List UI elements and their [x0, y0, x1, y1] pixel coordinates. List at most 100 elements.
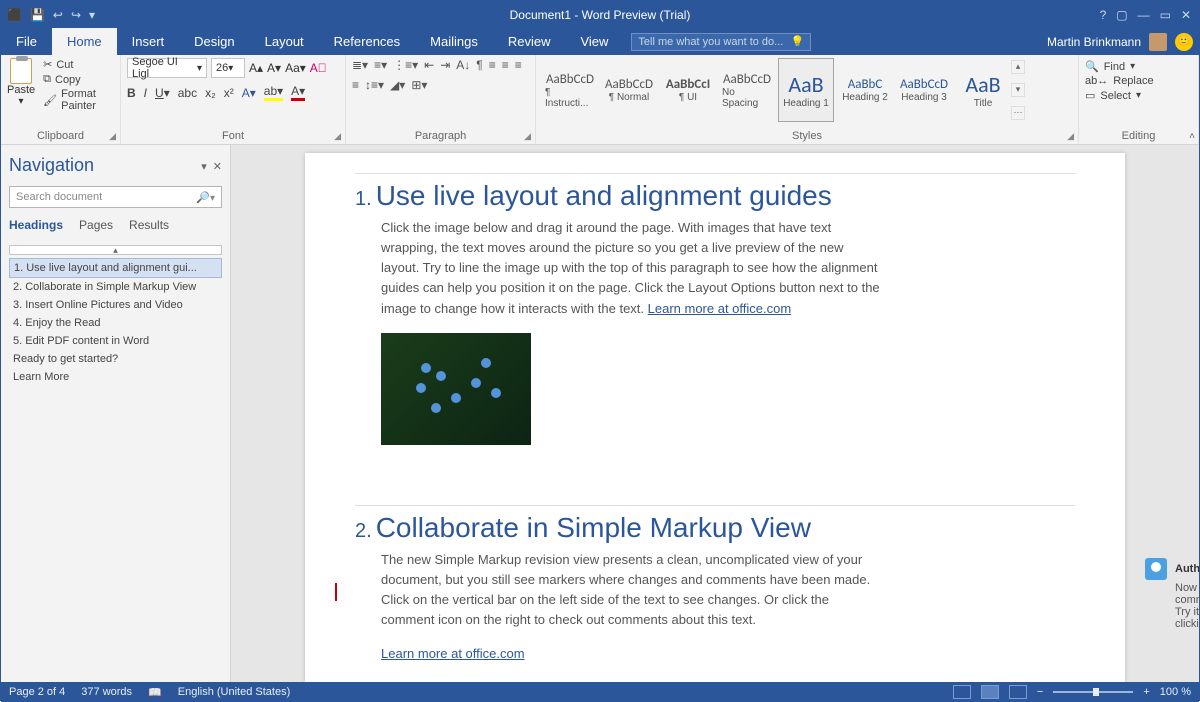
line-spacing-button[interactable]: ↕≡▾: [365, 78, 384, 92]
sec2-link[interactable]: Learn more at office.com: [381, 646, 525, 661]
copy-button[interactable]: ⧉Copy: [43, 73, 114, 86]
subscript-button[interactable]: x₂: [205, 86, 216, 100]
bold-button[interactable]: B: [127, 86, 136, 100]
borders-button[interactable]: ⊞▾: [411, 78, 427, 92]
grow-font-button[interactable]: A▴: [249, 61, 263, 75]
view-web-button[interactable]: [1009, 685, 1027, 699]
sec1-body[interactable]: Click the image below and drag it around…: [381, 218, 881, 319]
decrease-indent-button[interactable]: ⇤: [424, 58, 434, 72]
align-center-button[interactable]: ≡: [502, 58, 509, 72]
heading-1-sec2[interactable]: 2.Collaborate in Simple Markup View: [355, 505, 1075, 544]
shading-button[interactable]: ◢▾: [390, 78, 405, 92]
clipboard-dialog-launcher[interactable]: ◢: [109, 131, 116, 142]
help-icon[interactable]: ?: [1100, 8, 1107, 22]
font-name-combo[interactable]: Segoe UI Ligl▾: [127, 58, 207, 78]
tab-insert[interactable]: Insert: [117, 28, 180, 55]
zoom-level[interactable]: 100 %: [1160, 686, 1191, 698]
styles-more[interactable]: ⋯: [1011, 106, 1025, 120]
nav-item-6[interactable]: Learn More: [9, 368, 222, 386]
show-marks-button[interactable]: ¶: [476, 58, 482, 72]
tell-me-box[interactable]: Tell me what you want to do... 💡: [631, 33, 811, 51]
style---normal[interactable]: AaBbCcD¶ Normal: [601, 58, 657, 122]
nav-menu-button[interactable]: ▾: [201, 161, 207, 173]
collapse-ribbon-button[interactable]: ˄: [1189, 131, 1195, 142]
nav-tab-headings[interactable]: Headings: [9, 218, 63, 236]
nav-item-3[interactable]: 4. Enjoy the Read: [9, 314, 222, 332]
style-no-spacing[interactable]: AaBbCcDNo Spacing: [719, 58, 775, 122]
nav-item-0[interactable]: 1. Use live layout and alignment gui...: [9, 258, 222, 278]
font-color-button[interactable]: A▾: [291, 84, 305, 101]
nav-close-button[interactable]: ✕: [213, 161, 222, 173]
italic-button[interactable]: I: [144, 86, 147, 100]
tab-home[interactable]: Home: [52, 28, 117, 55]
superscript-button[interactable]: x²: [224, 86, 234, 100]
tab-references[interactable]: References: [319, 28, 415, 55]
styles-dialog-launcher[interactable]: ◢: [1067, 131, 1074, 142]
style-heading-3[interactable]: AaBbCcDHeading 3: [896, 58, 952, 122]
styles-scroll-up[interactable]: ▴: [1011, 60, 1025, 74]
feedback-smile-icon[interactable]: 🙂: [1175, 33, 1193, 51]
status-proofing-icon[interactable]: 📖: [148, 686, 162, 699]
nav-item-1[interactable]: 2. Collaborate in Simple Markup View: [9, 278, 222, 296]
user-name[interactable]: Martin Brinkmann: [1047, 35, 1141, 49]
shrink-font-button[interactable]: A▾: [267, 61, 281, 75]
highlight-button[interactable]: ab▾: [264, 84, 283, 101]
select-button[interactable]: ▭Select▾: [1085, 89, 1192, 102]
multilevel-button[interactable]: ⋮≡▾: [393, 58, 418, 72]
tab-review[interactable]: Review: [493, 28, 566, 55]
style-heading-1[interactable]: AaBHeading 1: [778, 58, 834, 122]
increase-indent-button[interactable]: ⇥: [440, 58, 450, 72]
user-avatar[interactable]: [1149, 33, 1167, 51]
view-print-button[interactable]: [981, 685, 999, 699]
find-button[interactable]: 🔍Find▾: [1085, 60, 1192, 73]
qat-redo-icon[interactable]: ↪: [71, 8, 81, 22]
tab-mailings[interactable]: Mailings: [415, 28, 493, 55]
align-right-button[interactable]: ≡: [515, 58, 522, 72]
nav-collapse-bar[interactable]: ▴: [9, 245, 222, 255]
styles-scroll-down[interactable]: ▾: [1011, 83, 1025, 97]
search-chevron[interactable]: ▾: [210, 193, 215, 204]
status-page[interactable]: Page 2 of 4: [9, 686, 65, 699]
tab-layout[interactable]: Layout: [250, 28, 319, 55]
format-painter-button[interactable]: 🖌Format Painter: [43, 88, 114, 112]
font-dialog-launcher[interactable]: ◢: [334, 131, 341, 142]
style-title[interactable]: AaBTitle: [955, 58, 1011, 122]
justify-button[interactable]: ≡: [352, 78, 359, 92]
nav-tab-results[interactable]: Results: [129, 218, 169, 236]
bullets-button[interactable]: ≣▾: [352, 58, 368, 72]
zoom-out-button[interactable]: −: [1037, 686, 1043, 698]
zoom-slider[interactable]: [1053, 691, 1133, 693]
document-area[interactable]: 1.Use live layout and alignment guides C…: [231, 145, 1199, 682]
cut-button[interactable]: ✂Cut: [43, 58, 114, 71]
nav-tab-pages[interactable]: Pages: [79, 218, 113, 236]
flower-image[interactable]: [381, 333, 531, 445]
qat-undo-icon[interactable]: ↩: [53, 8, 63, 22]
maximize-icon[interactable]: ▭: [1160, 8, 1171, 22]
clear-format-button[interactable]: A⃠: [310, 61, 327, 75]
view-read-button[interactable]: [953, 685, 971, 699]
status-language[interactable]: English (United States): [178, 686, 291, 699]
style---ui[interactable]: AaBbCcI¶ UI: [660, 58, 716, 122]
align-left-button[interactable]: ≡: [489, 58, 496, 72]
strikethrough-button[interactable]: abc: [178, 86, 197, 100]
sec1-link[interactable]: Learn more at office.com: [648, 301, 792, 316]
style---instructi---[interactable]: AaBbCcD¶ Instructi...: [542, 58, 598, 122]
style-heading-2[interactable]: AaBbCHeading 2: [837, 58, 893, 122]
minimize-icon[interactable]: —: [1138, 8, 1150, 22]
nav-item-5[interactable]: Ready to get started?: [9, 350, 222, 368]
revision-mark[interactable]: [335, 583, 337, 601]
font-size-combo[interactable]: 26▾: [211, 58, 245, 78]
ribbon-options-icon[interactable]: ▢: [1116, 8, 1127, 22]
status-words[interactable]: 377 words: [81, 686, 132, 699]
qat-save-icon[interactable]: 💾: [30, 8, 45, 22]
numbering-button[interactable]: ≡▾: [374, 58, 387, 72]
qat-customize-icon[interactable]: ▾: [89, 8, 95, 22]
tab-design[interactable]: Design: [179, 28, 249, 55]
replace-button[interactable]: ab↔Replace: [1085, 75, 1192, 87]
comment-block[interactable]: Author Now you can reply to a comment to…: [1145, 558, 1199, 630]
change-case-button[interactable]: Aa▾: [285, 61, 306, 75]
tab-view[interactable]: View: [565, 28, 623, 55]
sort-button[interactable]: A↓: [456, 58, 470, 72]
paste-button[interactable]: Paste ▾: [7, 58, 35, 107]
search-document-input[interactable]: Search document 🔎▾: [9, 186, 222, 208]
